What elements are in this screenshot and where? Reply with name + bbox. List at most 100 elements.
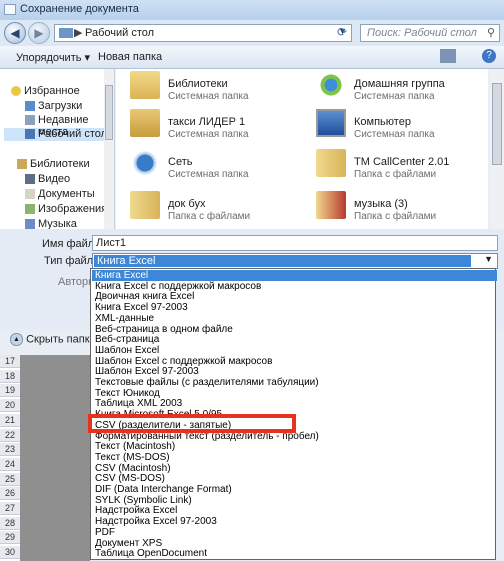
network-icon [130,149,160,177]
filetype-option[interactable]: Надстройка Excel [92,505,497,516]
scrollbar-thumb[interactable] [105,85,113,140]
excel-row-number: 21 [0,413,20,427]
back-button[interactable]: ◀ [4,22,26,44]
library-icon [17,159,27,169]
file-item[interactable]: док бух Папка с файлами [116,191,296,225]
file-item[interactable]: TM CallCenter 2.01 Папка с файлами [302,149,482,183]
nav-scrollbar[interactable] [104,69,114,229]
nav-item-downloads[interactable]: Загрузки [25,100,83,112]
nav-item-favorites[interactable]: Избранное [11,85,80,97]
file-name: Компьютер [354,116,411,128]
nav-item-label: Изображения [38,203,108,215]
file-type: Системная папка [354,91,435,102]
filetype-option[interactable]: Надстройка Excel 97-2003 [92,516,497,527]
excel-row-number: 24 [0,457,20,471]
search-icon[interactable]: ⚲ [487,26,495,39]
filetype-option[interactable]: Веб-страница в одном файле [92,324,497,335]
excel-row-number: 30 [0,546,20,560]
desktop-icon [25,129,35,139]
excel-row-number: 28 [0,516,20,530]
excel-row-number: 18 [0,369,20,383]
libraries-folder-icon [130,71,160,99]
filetype-option[interactable]: Книга Excel 97-2003 [92,302,497,313]
file-type: Системная папка [168,169,249,180]
new-folder-button[interactable]: Новая папка [98,51,162,63]
filetype-option[interactable]: Шаблон Excel с поддержкой макросов [92,356,497,367]
chevron-down-icon[interactable]: ▼ [484,254,493,264]
search-input[interactable]: Поиск: Рабочий стол ⚲ [360,24,500,42]
chevron-up-icon: ▲ [10,333,23,346]
file-item[interactable]: музыка (3) Папка с файлами [302,191,482,225]
file-item[interactable]: Сеть Системная папка [116,149,296,183]
filetype-option[interactable]: Шаблон Excel 97-2003 [92,366,497,377]
file-type: Папка с файлами [354,169,437,180]
filetype-option[interactable]: Веб-страница [92,334,497,345]
filetype-option[interactable]: Шаблон Excel [92,345,497,356]
scrollbar-thumb[interactable] [492,83,502,165]
filetype-option[interactable]: Текст (MS-DOS) [92,452,497,463]
file-item[interactable]: Библиотеки Системная папка [116,71,296,105]
excel-row-number: 29 [0,531,20,545]
nav-item-label: Видео [38,173,71,185]
filetype-select[interactable]: Книга Excel ▼ [92,253,498,269]
nav-item-label: Избранное [24,85,80,97]
forward-button[interactable]: ▶ [28,22,50,44]
filetype-option[interactable]: Документ XPS [92,538,497,549]
excel-row-number: 25 [0,472,20,486]
excel-row-number: 20 [0,399,20,413]
view-icon[interactable] [440,49,456,63]
filetype-option[interactable]: Таблица XML 2003 [92,398,497,409]
refresh-icon[interactable]: ⟳ [337,25,351,41]
organize-button[interactable]: Упорядочить ▾ [16,51,90,64]
file-type: Папка с файлами [354,211,437,222]
filetype-option[interactable]: PDF [92,527,497,538]
nav-item-video[interactable]: Видео [25,173,71,185]
breadcrumb-separator: ▶ [74,27,83,39]
filetype-option[interactable]: DIF (Data Interchange Format) [92,484,497,495]
file-name: Домашняя группа [354,78,445,90]
nav-item-desktop[interactable]: Рабочий стол [25,128,107,140]
file-item[interactable]: Компьютер Системная папка [302,109,482,143]
search-placeholder: Поиск: Рабочий стол [367,27,477,39]
filetype-option[interactable]: XML-данные [92,313,497,324]
excel-grid [20,355,90,561]
filetype-option[interactable]: CSV (MS-DOS) [92,473,497,484]
filetype-option[interactable]: Текстовые файлы (с разделителями табуляц… [92,377,497,388]
documents-icon [25,189,35,199]
folder-icon [59,28,73,38]
file-name: док бух [168,198,206,210]
window-title: Сохранение документа [20,3,139,15]
excel-row-number: 27 [0,502,20,515]
hide-folders-button[interactable]: ▲ Скрыть папки [10,333,96,346]
filename-input[interactable]: Лист1 [92,235,498,251]
file-name: Сеть [168,156,193,168]
file-type: Системная папка [354,129,435,140]
excel-row-headers: 17 18 19 20 21 22 23 24 25 26 27 28 29 30 [0,355,20,561]
nav-item-libraries[interactable]: Библиотеки [17,158,90,170]
filetype-option[interactable]: Текст Юникод [92,388,497,399]
filetype-option[interactable]: Двоичная книга Excel [92,291,497,302]
file-type: Системная папка [168,91,249,102]
file-item[interactable]: Домашняя группа Системная папка [302,71,482,105]
filetype-option[interactable]: Книга Excel [92,270,497,281]
app-icon [4,4,16,15]
filetype-option[interactable]: Таблица OpenDocument [92,548,497,559]
excel-row-number: 22 [0,428,20,442]
help-icon[interactable]: ? [482,49,496,63]
file-item[interactable]: такси ЛИДЕР 1 Системная папка [116,109,296,143]
filetype-option[interactable]: Книга Excel с поддержкой макросов [92,281,497,292]
nav-item-label: Документы [38,188,95,200]
user-folder-icon [130,109,160,137]
pictures-icon [25,204,35,214]
filetype-option[interactable]: CSV (Macintosh) [92,463,497,474]
nav-item-pictures[interactable]: Изображения [25,203,108,215]
file-type: Папка с файлами [168,211,251,222]
file-type: Системная папка [168,129,249,140]
nav-item-label: Загрузки [38,100,83,112]
filetype-option[interactable]: Текст (Macintosh) [92,441,497,452]
nav-item-documents[interactable]: Документы [25,188,95,200]
filetype-option[interactable]: SYLK (Symbolic Link) [92,495,497,506]
file-name: Библиотеки [168,78,228,90]
file-list-scrollbar[interactable] [490,69,504,229]
address-bar[interactable]: ▶ Рабочий стол ▼ [54,24,352,42]
